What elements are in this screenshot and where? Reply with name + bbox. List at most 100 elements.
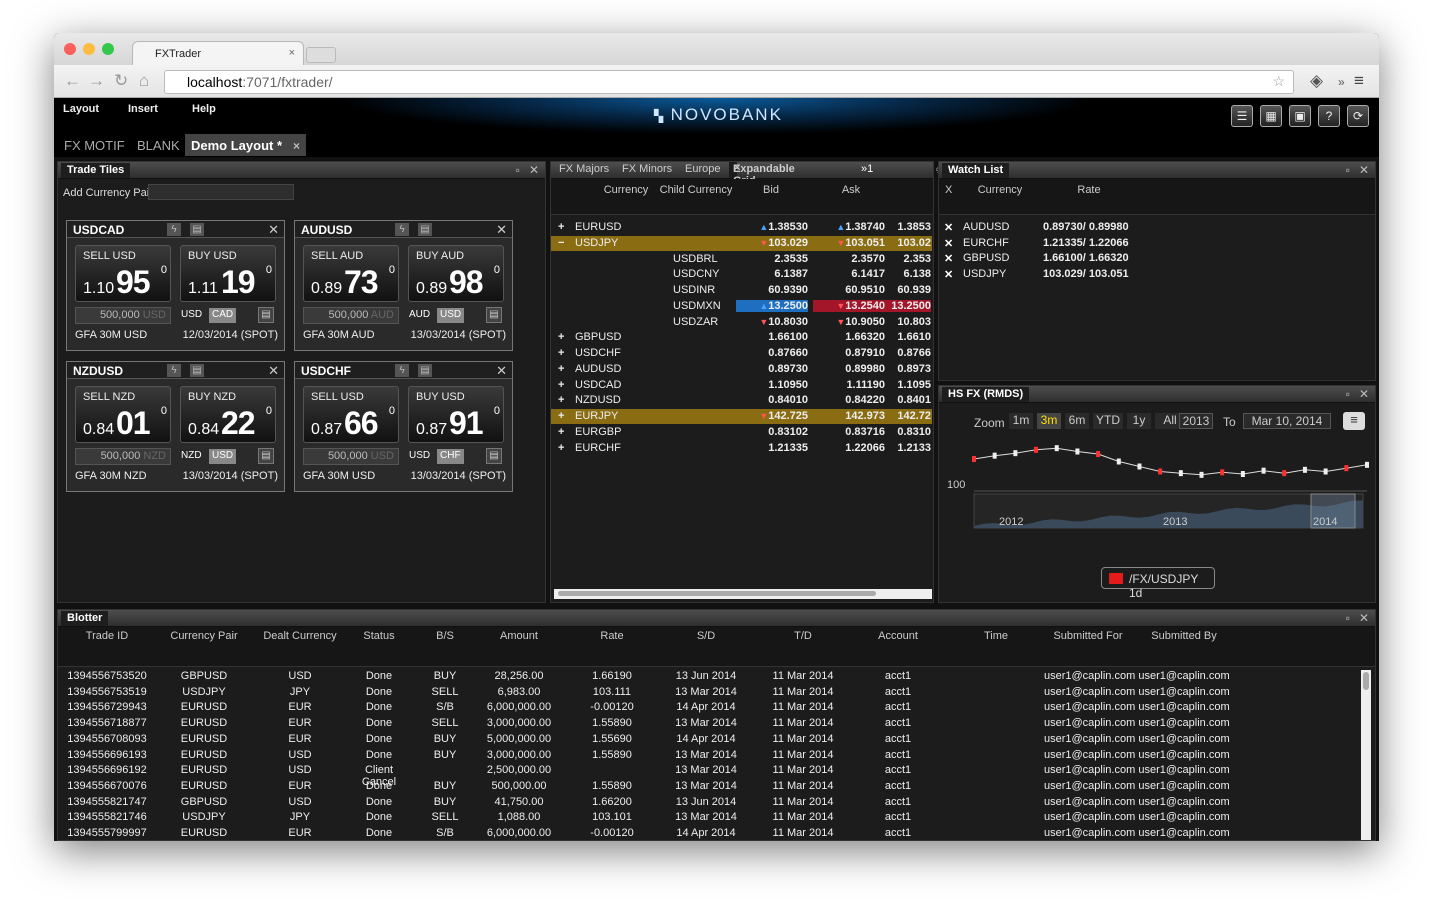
candle[interactable] — [992, 452, 997, 459]
layout-tab-blank[interactable]: BLANK — [131, 134, 186, 156]
minimize-window-icon[interactable] — [83, 43, 95, 55]
row-bid[interactable]: 60.9390 — [736, 284, 808, 296]
grid-row[interactable]: USDMXN ▲13.2500 ▼13.2540 13.2500 — [551, 299, 932, 314]
layout-tab-close-icon[interactable]: × — [293, 139, 300, 153]
grid-row[interactable]: + EURJPY ▼142.725 142.973 142.72 — [551, 409, 932, 424]
amount-input[interactable]: 500,000 AUD — [303, 307, 399, 324]
zoom-window-icon[interactable] — [102, 43, 114, 55]
amount-input[interactable]: 500,000 NZD — [75, 448, 171, 465]
row-ask[interactable]: ▲1.38740 — [813, 221, 885, 233]
grid-scrollbar[interactable] — [554, 589, 932, 599]
pocket-icon[interactable]: ◈ — [1310, 71, 1323, 91]
zoom-1m-button[interactable]: 1m — [1009, 413, 1033, 429]
remove-icon[interactable]: ✕ — [944, 237, 953, 250]
close-icon[interactable]: ✕ — [529, 163, 539, 177]
amount-input[interactable]: 500,000 USD — [303, 448, 399, 465]
grid-row[interactable]: + USDCHF 0.87660 0.87910 0.8766 — [551, 346, 932, 361]
grid-scroll-thumb[interactable] — [558, 591, 876, 596]
expand-toggle[interactable]: + — [558, 221, 564, 233]
dealt-ccy-1-toggle[interactable]: USD — [406, 449, 433, 464]
ticket-icon[interactable]: ▤ — [418, 223, 432, 236]
candle[interactable] — [1344, 465, 1349, 472]
candle[interactable] — [1075, 448, 1080, 455]
grid-row[interactable]: USDBRL 2.3535 2.3570 2.353 — [551, 252, 932, 267]
logout-icon[interactable]: ⟳ — [1347, 105, 1369, 127]
blotter-col-account[interactable]: Account — [850, 630, 946, 642]
candle[interactable] — [1220, 469, 1225, 476]
expand-toggle[interactable]: + — [558, 331, 564, 343]
row-bid[interactable]: 1.21335 — [736, 442, 808, 454]
expand-toggle[interactable]: + — [558, 347, 564, 359]
blotter-col-b-s[interactable]: B/S — [420, 630, 470, 642]
close-icon[interactable]: ✕ — [1359, 387, 1369, 401]
candle[interactable] — [1261, 467, 1266, 474]
close-window-icon[interactable] — [64, 43, 76, 55]
tab-fx-majors[interactable]: FX Majors — [559, 163, 609, 175]
expand-toggle[interactable]: + — [558, 394, 564, 406]
row-bid[interactable]: 0.83102 — [736, 426, 808, 438]
row-bid[interactable]: 0.89730 — [736, 363, 808, 375]
maximize-icon[interactable]: ▫ — [516, 163, 520, 177]
new-tab-button[interactable] — [306, 47, 336, 63]
blotter-col-trade-id[interactable]: Trade ID — [62, 630, 152, 642]
blotter-row[interactable]: 1394556718877 EURUSD EUR Done SELL 3,000,000.… — [58, 716, 1358, 732]
order-ticket-icon[interactable]: ▤ — [486, 448, 502, 464]
chart-plot[interactable]: 10023. Dec6. Jan20. Jan3. Feb17. Feb3. M… — [939, 434, 1375, 564]
grid-row[interactable]: + EURUSD ▲1.38530 ▲1.38740 1.3853 — [551, 220, 932, 235]
order-ticket-icon[interactable]: ▤ — [486, 307, 502, 323]
forward-icon[interactable]: → — [88, 71, 105, 91]
dealt-ccy-2-toggle[interactable]: USD — [209, 449, 237, 464]
dealt-ccy-1-toggle[interactable]: NZD — [178, 449, 205, 464]
blotter-row[interactable]: 1394556670076 EURUSD EUR Done BUY 500,000.00 1… — [58, 779, 1358, 795]
candle[interactable] — [1137, 463, 1142, 470]
grid-row[interactable]: + EURCHF 1.21335 1.22066 1.2133 — [551, 441, 932, 456]
dealt-ccy-2-toggle[interactable]: CHF — [437, 449, 464, 464]
row-bid[interactable]: ▲13.2500 — [736, 299, 808, 312]
row-bid[interactable]: 6.1387 — [736, 268, 808, 280]
watch-row[interactable]: ✕ USDJPY 103.029/ 103.051 — [939, 267, 1369, 282]
row-ask[interactable]: 1.22066 — [813, 442, 885, 454]
row-bid[interactable]: 2.3535 — [736, 253, 808, 265]
blotter-row[interactable]: 1394555821747 GBPUSD USD Done BUY 41,750.00 1.… — [58, 795, 1358, 811]
blotter-row[interactable]: 1394556753520 GBPUSD USD Done BUY 28,256.00 1.… — [58, 669, 1358, 685]
col-child-currency[interactable]: Child Currency — [651, 184, 741, 196]
bookmark-star-icon[interactable]: ☆ — [1272, 73, 1285, 90]
zoom-3m-button[interactable]: 3m — [1037, 413, 1061, 429]
menu-help[interactable]: Help — [192, 103, 216, 115]
chart-legend[interactable]: /FX/USDJPY 1d — [1101, 567, 1215, 600]
ticket-icon[interactable]: ▤ — [418, 364, 432, 377]
grid-row[interactable]: + USDCAD 1.10950 1.11190 1.1095 — [551, 378, 932, 393]
blotter-row[interactable]: 1394556696193 EURUSD USD Done BUY 3,000,000.0… — [58, 748, 1358, 764]
candle[interactable] — [1199, 471, 1204, 478]
row-bid[interactable]: ▼142.725 — [736, 410, 808, 422]
tab-europe[interactable]: Europe — [685, 163, 720, 175]
row-ask[interactable]: 1.11190 — [813, 379, 885, 391]
row-ask[interactable]: 142.973 — [813, 410, 885, 422]
row-ask[interactable]: 0.87910 — [813, 347, 885, 359]
row-bid[interactable]: ▼103.029 — [736, 237, 808, 249]
candle[interactable] — [1302, 466, 1307, 473]
order-ticket-icon[interactable]: ▤ — [258, 307, 274, 323]
row-bid[interactable]: ▲1.38530 — [736, 221, 808, 233]
blotter-scrollbar[interactable] — [1361, 670, 1371, 840]
browser-menu-icon[interactable]: ≡ — [1354, 71, 1364, 91]
ticket-icon[interactable]: ▤ — [190, 223, 204, 236]
candle[interactable] — [1240, 471, 1245, 477]
maximize-icon[interactable]: ▫ — [1346, 611, 1350, 625]
expand-toggle[interactable]: − — [558, 237, 564, 249]
candle[interactable] — [972, 456, 976, 462]
grid-row[interactable]: USDCNY 6.1387 6.1417 6.138 — [551, 267, 932, 282]
candle[interactable] — [1116, 458, 1121, 465]
candle[interactable] — [1096, 451, 1101, 457]
zoom-1y-button[interactable]: 1y — [1127, 413, 1151, 429]
layout-tab-demo[interactable]: Demo Layout * × — [185, 134, 307, 156]
home-icon[interactable]: ⌂ — [139, 71, 149, 91]
close-icon[interactable]: ✕ — [1359, 611, 1369, 625]
ticket-icon[interactable]: ▤ — [190, 364, 204, 377]
remove-icon[interactable]: ✕ — [944, 268, 953, 281]
col-bid[interactable]: Bid — [741, 184, 801, 196]
grid-row[interactable]: + EURGBP 0.83102 0.83716 0.8310 — [551, 425, 932, 440]
blotter-row[interactable]: 1394556696192 EURUSD USD Client Cancel 2,500… — [58, 763, 1358, 788]
blotter-col-dealt-currency[interactable]: Dealt Currency — [252, 630, 348, 642]
expand-toggle[interactable]: + — [558, 363, 564, 375]
